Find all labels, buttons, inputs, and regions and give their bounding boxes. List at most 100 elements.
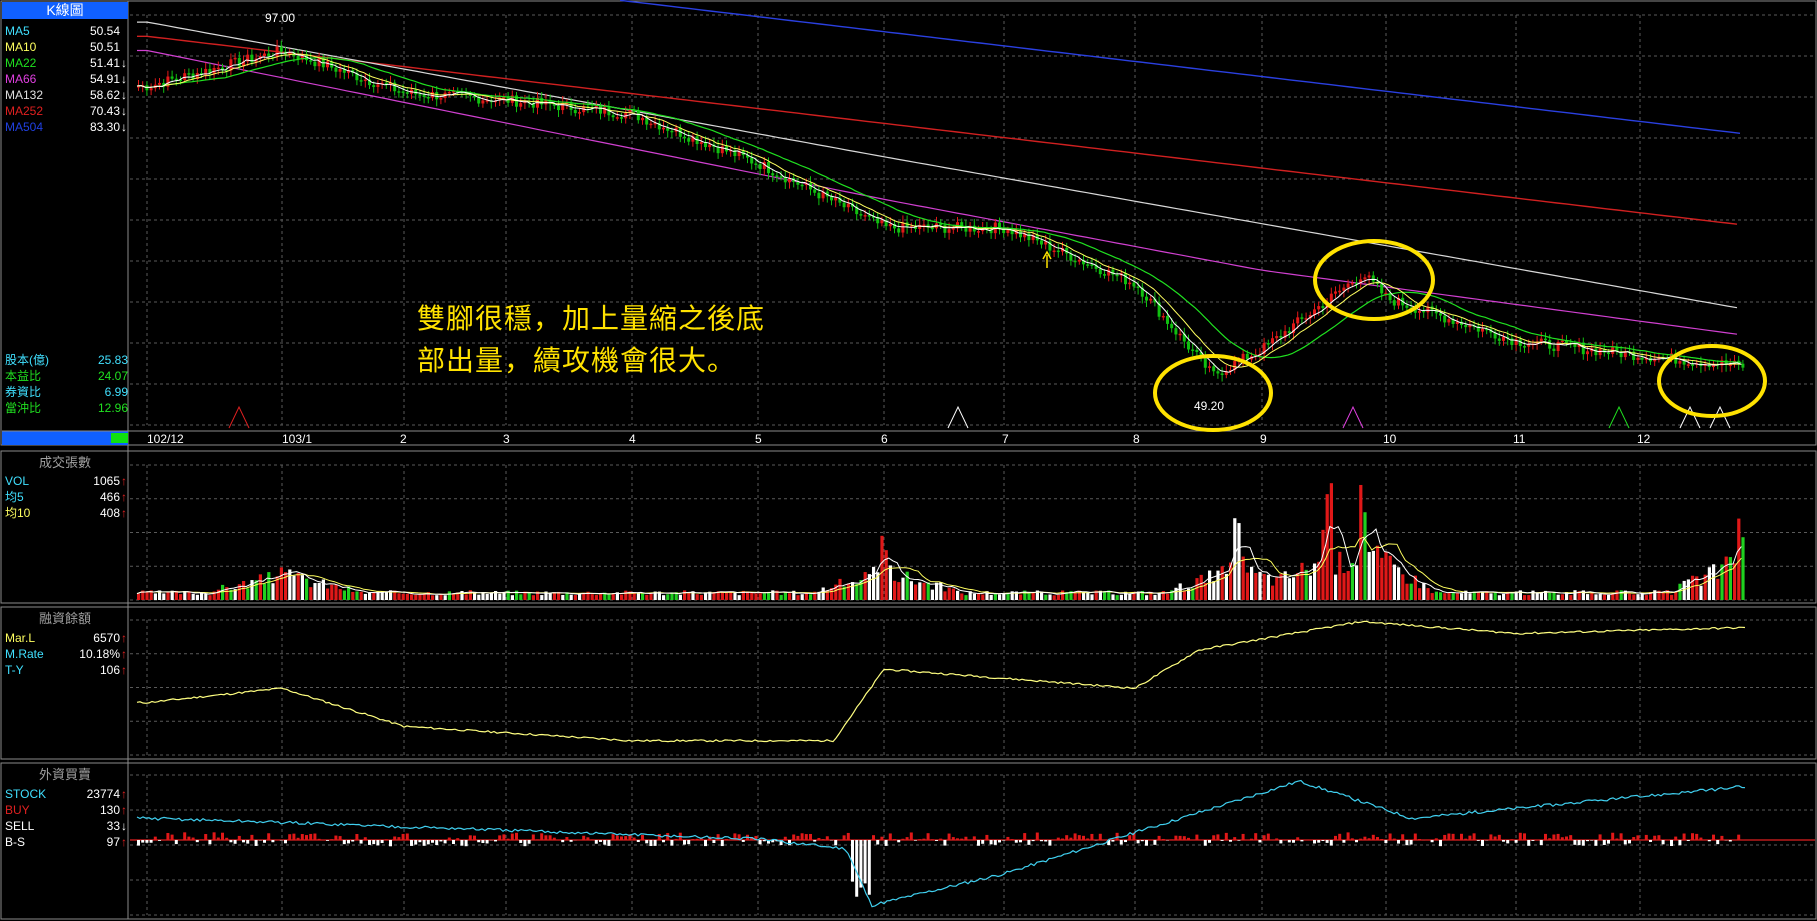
- foreign-bs-bar: [158, 840, 161, 841]
- volume-bar: [1443, 593, 1447, 600]
- foreign-bs-bar: [1338, 833, 1342, 840]
- stat-pe-name: 本益比: [5, 369, 41, 383]
- candle-body: [771, 173, 775, 176]
- volume-bar: [204, 593, 208, 600]
- volume-bar: [1392, 564, 1396, 600]
- foreign-bs-bar: [951, 837, 955, 840]
- foreign-bs-bar: [1077, 835, 1081, 840]
- volume-bar: [1254, 572, 1258, 600]
- foreign-bs-bar: [1145, 840, 1148, 846]
- foreign-bs-bar: [1401, 834, 1405, 840]
- volume-bar: [531, 595, 535, 600]
- volume-bar: [796, 595, 800, 600]
- volume-bar: [195, 594, 199, 600]
- candle-body: [716, 146, 720, 154]
- x-label: 6: [881, 432, 888, 446]
- foreign-bs-bar: [565, 837, 569, 840]
- foreign-bs-bar: [355, 834, 359, 840]
- volume-bar: [1371, 550, 1375, 600]
- kline-scroll-thumb[interactable]: [111, 433, 128, 443]
- candle-body: [439, 98, 443, 100]
- foreign-bs-bar: [1237, 840, 1241, 841]
- foreign-bs-bar: [548, 835, 552, 840]
- volume-bar: [1380, 557, 1384, 600]
- foreign-bs-bar: [359, 840, 363, 844]
- foreign-bs-bar: [401, 833, 405, 840]
- candle-body: [1103, 274, 1106, 276]
- volume-bar: [964, 595, 968, 600]
- foreign-bs-bar: [1250, 838, 1253, 840]
- foreign-bs-bar: [1649, 840, 1652, 842]
- candle-body: [943, 225, 947, 233]
- volume-bar: [1615, 590, 1619, 600]
- candle-body: [263, 53, 266, 56]
- volume-bar: [989, 594, 993, 600]
- volume-bar: [636, 592, 640, 600]
- foreign-bs-bar: [1569, 835, 1573, 840]
- foreign-bs-bar: [1140, 840, 1144, 842]
- foreign-bs-bar: [804, 834, 808, 840]
- foreign-sell-value: 33: [107, 819, 121, 833]
- candle-body: [1132, 282, 1136, 287]
- volume-bar: [153, 593, 157, 600]
- foreign-bs-bar: [1577, 840, 1581, 846]
- volume-title: 成交張數: [39, 455, 91, 470]
- volume-bar: [1296, 572, 1300, 600]
- foreign-bs-bar: [141, 840, 145, 843]
- foreign-bs-bar: [195, 840, 199, 843]
- volume-bar: [607, 594, 611, 600]
- foreign-bs-bar: [1220, 840, 1224, 841]
- foreign-bs-bar: [174, 840, 178, 845]
- foreign-bs-bar: [334, 835, 338, 840]
- volume-bar: [1073, 592, 1077, 600]
- candle-body: [1145, 296, 1148, 301]
- foreign-bs-bar: [1518, 832, 1522, 840]
- volume-bar: [422, 593, 426, 600]
- volume-bar: [851, 582, 855, 600]
- volume-bar: [1048, 594, 1052, 600]
- foreign-bs-bar: [888, 833, 892, 840]
- ma132-name: MA132: [5, 88, 43, 102]
- kline-scroll-bar[interactable]: [2, 431, 128, 445]
- volume-bar: [737, 595, 741, 600]
- foreign-bs-bar: [1027, 840, 1031, 845]
- foreign-bs-bar: [1136, 840, 1140, 844]
- volume-bar: [489, 592, 493, 600]
- foreign-bs-bar: [1229, 840, 1232, 842]
- foreign-bs-bar: [813, 840, 817, 842]
- foreign-bs-bar: [645, 840, 649, 844]
- foreign-bs-bar: [443, 840, 447, 844]
- candle-body: [779, 176, 783, 178]
- foreign-bs-bar: [1342, 840, 1346, 843]
- foreign-bs-bar: [1073, 833, 1077, 840]
- foreign-bs-bar: [1686, 840, 1690, 841]
- foreign-bs-bar: [964, 836, 968, 840]
- foreign-bs-arrow: ↑: [121, 835, 127, 849]
- volume-bar: [683, 590, 687, 600]
- foreign-bs-bar: [725, 839, 728, 840]
- foreign-bs-bar: [901, 838, 905, 840]
- candle-body: [1052, 250, 1056, 253]
- foreign-bs-bar: [1644, 834, 1648, 840]
- candle-body: [1111, 269, 1115, 275]
- volume-bar: [162, 593, 166, 600]
- volume-bar: [1178, 583, 1182, 600]
- stat-daytrade-name: 當沖比: [5, 401, 41, 415]
- foreign-bs-bar: [1447, 833, 1451, 840]
- foreign-bs-bar: [704, 840, 707, 847]
- volume-bar: [296, 573, 300, 600]
- candle-body: [1691, 364, 1694, 366]
- volume-bar: [309, 587, 313, 600]
- volume-bar: [624, 590, 628, 600]
- x-label: 12: [1637, 432, 1651, 446]
- volume-bar: [1468, 593, 1472, 600]
- volume-bar: [863, 572, 867, 600]
- foreign-bs-bar: [636, 840, 640, 843]
- candle-body: [1678, 361, 1682, 364]
- foreign-bs-bar: [1418, 839, 1421, 840]
- foreign-bs-bar: [1300, 840, 1304, 842]
- foreign-bs-bar: [1481, 840, 1484, 846]
- foreign-bs-bar: [1355, 840, 1358, 843]
- candle-body: [1166, 315, 1169, 324]
- volume-bar: [1523, 595, 1527, 600]
